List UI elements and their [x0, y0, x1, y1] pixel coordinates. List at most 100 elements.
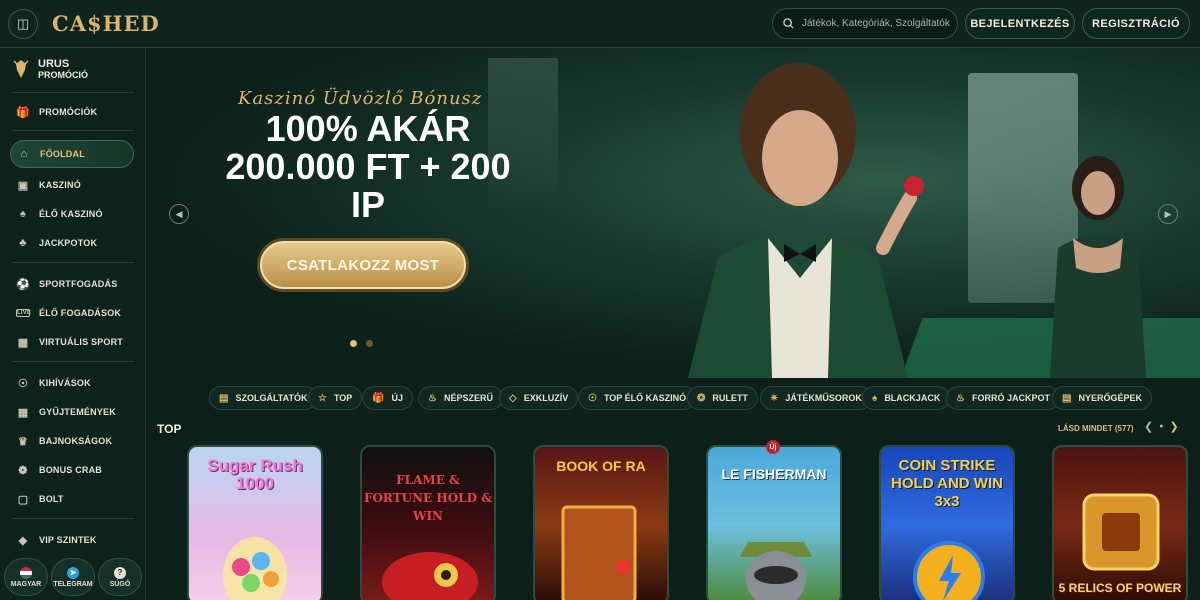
- sidebar-item-promotions[interactable]: 🎁 PROMÓCIÓK: [10, 100, 134, 124]
- chevron-left-icon[interactable]: ❮: [1144, 420, 1153, 433]
- category-blackjack[interactable]: ♠ BLACKJACK: [862, 386, 951, 410]
- category-hot-jackpot[interactable]: ♨ FORRÓ JACKPOT: [946, 386, 1060, 410]
- search-box[interactable]: [772, 8, 958, 39]
- sidebar-item-jackpots[interactable]: ♣ JACKPOTOK: [10, 231, 134, 255]
- banner-headline-line: 100% AKÁR: [265, 108, 471, 149]
- category-label: FORRÓ JACKPOT: [971, 393, 1050, 403]
- sidebar-item-vip-levels[interactable]: ◆ VIP SZINTEK: [10, 528, 134, 552]
- hungary-flag-icon: [20, 566, 32, 579]
- banner-headline: 100% AKÁR 200.000 FT + 200 IP: [208, 110, 528, 224]
- banner-man-illustration: [688, 63, 924, 378]
- sidebar-item-label: FŐOLDAL: [40, 149, 85, 159]
- login-button[interactable]: BEJELENTKEZÉS: [965, 8, 1075, 39]
- telegram-icon: ➤: [67, 566, 79, 579]
- slot-machine-icon: ▣: [17, 179, 29, 192]
- banner-headline-line: 200.000 FT + 200: [225, 146, 511, 187]
- telegram-button[interactable]: ➤ TELEGRAM: [51, 558, 95, 596]
- monitor-icon: ▩: [17, 336, 29, 349]
- new-game-badge: Új: [766, 440, 780, 454]
- game-card[interactable]: 5 RELICS OF POWER: [1052, 445, 1188, 600]
- logo[interactable]: CA$HED: [52, 11, 160, 36]
- language-button[interactable]: MAGYAR: [4, 558, 48, 596]
- sidebar-item-live-betting[interactable]: LIVE ÉLŐ FOGADÁSOK: [10, 301, 134, 325]
- sidebar-item-bonus-crab[interactable]: ❁ BONUS CRAB: [10, 458, 134, 482]
- category-top-live-casino[interactable]: ☉ TOP ÉLŐ KASZINÓ: [578, 386, 697, 410]
- category-providers[interactable]: ▤ SZOLGÁLTATÓK: [209, 386, 318, 410]
- sidebar-item-label: KIHÍVÁSOK: [39, 378, 91, 388]
- category-popular[interactable]: ♨ NÉPSZERŰ: [418, 386, 503, 410]
- game-card[interactable]: FLAME & FORTUNE HOLD & WIN: [360, 445, 496, 600]
- category-exclusive[interactable]: ◇ EXKLUZÍV: [499, 386, 579, 410]
- sidebar-divider: [12, 361, 134, 362]
- category-game-shows[interactable]: ✴ JÁTÉKMŰSOROK: [760, 386, 872, 410]
- live-badge-icon: LIVE: [16, 309, 32, 317]
- game-art-relic: [1082, 493, 1160, 571]
- sidebar-item-label: SPORTFOGADÁS: [39, 279, 118, 289]
- chevron-right-icon: ▶: [1164, 208, 1172, 219]
- hero-banner[interactable]: Kaszinó Üdvözlő Bónusz 100% AKÁR 200.000…: [148, 48, 1200, 378]
- trophy-icon: ♛: [17, 435, 29, 448]
- sidebar-divider: [12, 92, 134, 93]
- game-art-dragon: [382, 552, 478, 600]
- sidebar-toggle-icon: ◫: [16, 15, 30, 31]
- chevron-right-icon[interactable]: ❯: [1169, 420, 1178, 433]
- carousel-arrows: ❮ ● ❯: [1144, 420, 1179, 433]
- gem-icon: ◇: [509, 392, 517, 404]
- category-top[interactable]: ☆ TOP: [308, 386, 363, 410]
- banner-pagination: [350, 340, 373, 347]
- sidebar-item-tournaments[interactable]: ♛ BAJNOKSÁGOK: [10, 429, 134, 453]
- game-art-coin: [913, 541, 985, 600]
- category-roulette[interactable]: ❂ RULETT: [687, 386, 758, 410]
- bull-logo-icon: [13, 60, 29, 78]
- category-label: NYERŐGÉPEK: [1078, 393, 1142, 403]
- help-button[interactable]: ? SÚGÓ: [98, 558, 142, 596]
- banner-next-button[interactable]: ▶: [1158, 204, 1178, 224]
- sidebar-item-label: BAJNOKSÁGOK: [39, 436, 113, 446]
- sidebar: URUS PROMÓCIÓ 🎁 PROMÓCIÓK ⌂ FŐOLDAL ▣ KA…: [0, 48, 146, 600]
- banner-prev-button[interactable]: ◀: [169, 204, 189, 224]
- sidebar-item-label: BONUS CRAB: [39, 465, 103, 475]
- gift-icon: 🎁: [16, 106, 30, 119]
- sidebar-item-label: PROMÓCIÓK: [39, 107, 98, 117]
- ball-icon: ⚽: [16, 278, 30, 291]
- sidebar-item-challenges[interactable]: ☉ KIHÍVÁSOK: [10, 371, 134, 395]
- game-card[interactable]: Sugar Rush 1000: [187, 445, 323, 600]
- sidebar-divider: [12, 262, 134, 263]
- sidebar-item-shop[interactable]: ▢ BOLT: [10, 487, 134, 511]
- game-card[interactable]: COIN STRIKE HOLD AND WIN 3x3: [879, 445, 1015, 600]
- join-now-button[interactable]: CSATLAKOZZ MOST: [260, 241, 466, 289]
- category-new[interactable]: 🎁 ÚJ: [362, 386, 413, 410]
- sidebar-item-label: ÉLŐ FOGADÁSOK: [39, 308, 122, 318]
- carousel-dot: ●: [1159, 423, 1164, 430]
- shopping-bag-icon: ▢: [17, 493, 29, 506]
- banner-dot[interactable]: [366, 340, 373, 347]
- search-input[interactable]: [802, 18, 952, 29]
- banner-script-title: Kaszinó Üdvözlő Bónusz: [238, 88, 483, 109]
- flame-icon: ♨: [428, 392, 437, 404]
- game-card[interactable]: LE FISHERMAN: [706, 445, 842, 600]
- sidebar-promo-card[interactable]: URUS PROMÓCIÓ: [12, 58, 88, 80]
- game-art-candy-egg: [223, 537, 287, 600]
- game-card[interactable]: BOOK OF RA: [533, 445, 669, 600]
- sidebar-item-live-casino[interactable]: ♠ ÉLŐ KASZINÓ: [10, 202, 134, 226]
- promo-title: URUS: [38, 58, 70, 70]
- sidebar-item-sports-betting[interactable]: ⚽ SPORTFOGADÁS: [10, 272, 134, 296]
- see-all-link[interactable]: LÁSD MINDET (577): [1058, 424, 1134, 433]
- sidebar-item-collections[interactable]: ▦ GYŰJTEMÉNYEK: [10, 400, 134, 424]
- banner-dot[interactable]: [350, 340, 357, 347]
- sidebar-item-casino[interactable]: ▣ KASZINÓ: [10, 173, 134, 197]
- sidebar-item-label: ÉLŐ KASZINÓ: [39, 209, 103, 219]
- category-label: TOP ÉLŐ KASZINÓ: [603, 393, 687, 403]
- collection-icon: ▦: [17, 406, 29, 419]
- medal-icon: ☉: [17, 377, 29, 390]
- sidebar-divider: [12, 130, 134, 131]
- sidebar-item-label: VIP SZINTEK: [39, 535, 97, 545]
- sidebar-toggle-button[interactable]: ◫: [8, 8, 38, 39]
- search-icon: [783, 18, 794, 29]
- sidebar-item-home[interactable]: ⌂ FŐOLDAL: [10, 140, 134, 168]
- category-slots[interactable]: ▤ NYERŐGÉPEK: [1052, 386, 1152, 410]
- register-button[interactable]: REGISZTRÁCIÓ: [1082, 8, 1190, 39]
- category-label: EXKLUZÍV: [523, 393, 569, 403]
- sidebar-item-virtual-sports[interactable]: ▩ VIRTUÁLIS SPORT: [10, 330, 134, 354]
- category-label: ÚJ: [391, 393, 403, 403]
